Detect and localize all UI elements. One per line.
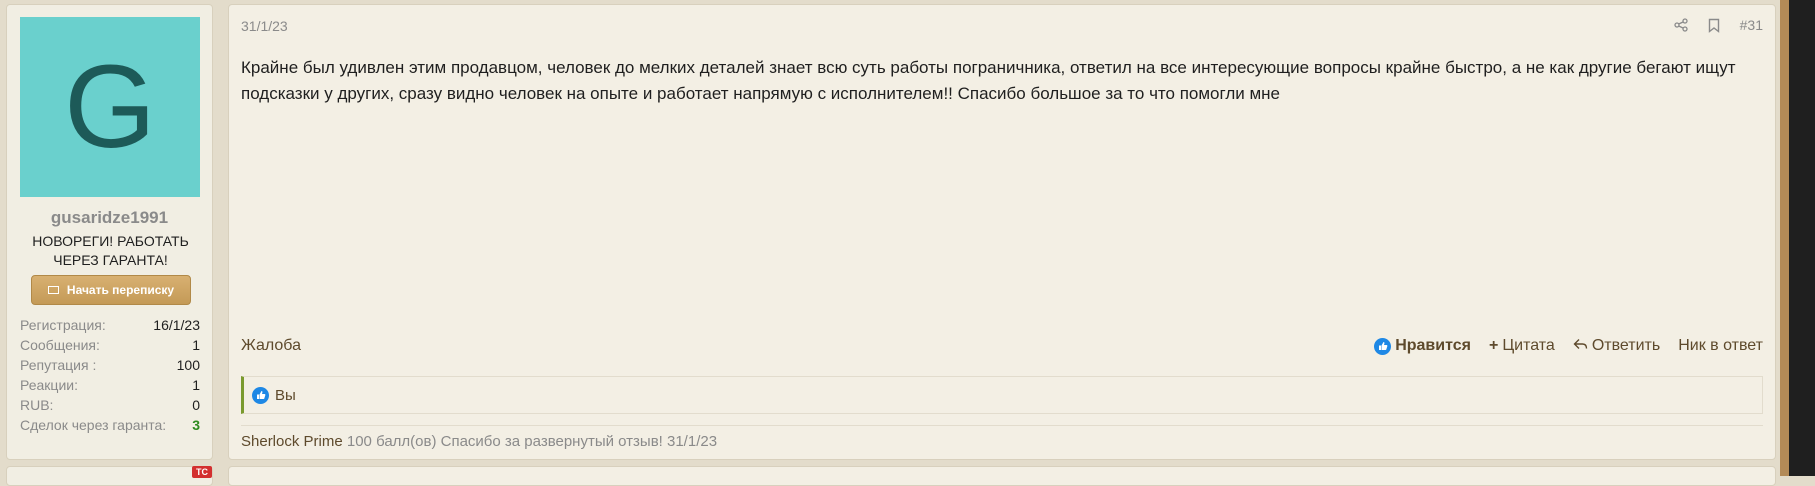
username[interactable]: gusaridze1991 xyxy=(7,208,212,228)
like-reaction-icon xyxy=(252,386,269,404)
divider xyxy=(241,425,1763,426)
plus-icon: + xyxy=(1488,337,1499,354)
stat-value: 0 xyxy=(192,397,200,413)
avatar-letter: G xyxy=(64,41,156,173)
quote-label: Цитата xyxy=(1502,337,1555,354)
post-tools: #31 xyxy=(1673,17,1763,33)
points-text: 100 балл(ов) Спасибо за развернутый отзы… xyxy=(346,433,718,450)
points-author[interactable]: Sherlock Prime xyxy=(241,433,343,450)
stat-messages: Сообщения: 1 xyxy=(20,335,200,355)
bookmark-icon[interactable] xyxy=(1708,18,1720,33)
stat-reputation: Репутация : 100 xyxy=(20,355,200,375)
post-number[interactable]: #31 xyxy=(1740,17,1763,33)
stat-reactions: Реакции: 1 xyxy=(20,375,200,395)
post-body: Крайне был удивлен этим продавцом, челов… xyxy=(241,58,1736,103)
next-user-card xyxy=(6,466,213,486)
reactions-who: Вы xyxy=(275,386,296,404)
like-icon xyxy=(1374,337,1392,355)
start-conversation-label: Начать переписку xyxy=(66,283,175,297)
start-conversation-button[interactable]: Начать переписку xyxy=(31,275,191,305)
topic-starter-badge: ТС xyxy=(192,466,212,478)
like-label: Нравится xyxy=(1395,337,1471,354)
nick-reply-button[interactable]: Ник в ответ xyxy=(1678,337,1763,355)
post-actions: Жалоба Нравится + Цитата Ответить Ник в … xyxy=(241,337,1763,355)
stat-key: RUB: xyxy=(20,397,54,413)
post-action-links: Нравится + Цитата Ответить Ник в ответ xyxy=(1374,337,1763,355)
quote-button[interactable]: + Цитата xyxy=(1489,337,1555,355)
share-icon[interactable] xyxy=(1673,18,1688,32)
stat-escrow-deals: Сделок через гаранта: 3 xyxy=(20,415,200,435)
user-title: НОВОРЕГИ! РАБОТАТЬ ЧЕРЕЗ ГАРАНТА! xyxy=(32,233,189,268)
scrollbar[interactable] xyxy=(1789,0,1815,476)
envelope-icon xyxy=(47,286,59,294)
reactions-bar[interactable]: Вы xyxy=(241,376,1763,414)
stat-key: Сообщения: xyxy=(20,337,100,353)
stat-value: 1 xyxy=(192,377,200,393)
stat-key: Регистрация: xyxy=(20,317,106,333)
stat-value: 1 xyxy=(192,337,200,353)
post-date[interactable]: 31/1/23 xyxy=(241,18,288,34)
avatar[interactable]: G xyxy=(20,17,200,197)
background-strip xyxy=(1780,0,1789,476)
report-link[interactable]: Жалоба xyxy=(241,337,301,355)
stat-value: 100 xyxy=(176,357,200,373)
reply-icon xyxy=(1573,337,1588,355)
points-line: Sherlock Prime 100 балл(ов) Спасибо за р… xyxy=(241,433,717,450)
stat-registration: Регистрация: 16/1/23 xyxy=(20,315,200,335)
stat-key: Репутация : xyxy=(20,357,97,373)
like-button[interactable]: Нравится xyxy=(1374,337,1471,355)
stat-value[interactable]: 3 xyxy=(192,415,200,435)
reply-label: Ответить xyxy=(1591,337,1661,354)
stat-rub: RUB: 0 xyxy=(20,395,200,415)
next-post xyxy=(228,466,1776,486)
stat-key: Сделок через гаранта: xyxy=(20,417,167,433)
stat-key: Реакции: xyxy=(20,377,78,393)
stat-value: 16/1/23 xyxy=(153,317,200,333)
user-card: G gusaridze1991 НОВОРЕГИ! РАБОТАТЬ ЧЕРЕЗ… xyxy=(6,4,213,460)
user-stats: Регистрация: 16/1/23 Сообщения: 1 Репута… xyxy=(20,315,200,435)
reply-button[interactable]: Ответить xyxy=(1573,337,1660,355)
post: 31/1/23 #31 Крайне был удивлен этим прод… xyxy=(228,4,1776,460)
